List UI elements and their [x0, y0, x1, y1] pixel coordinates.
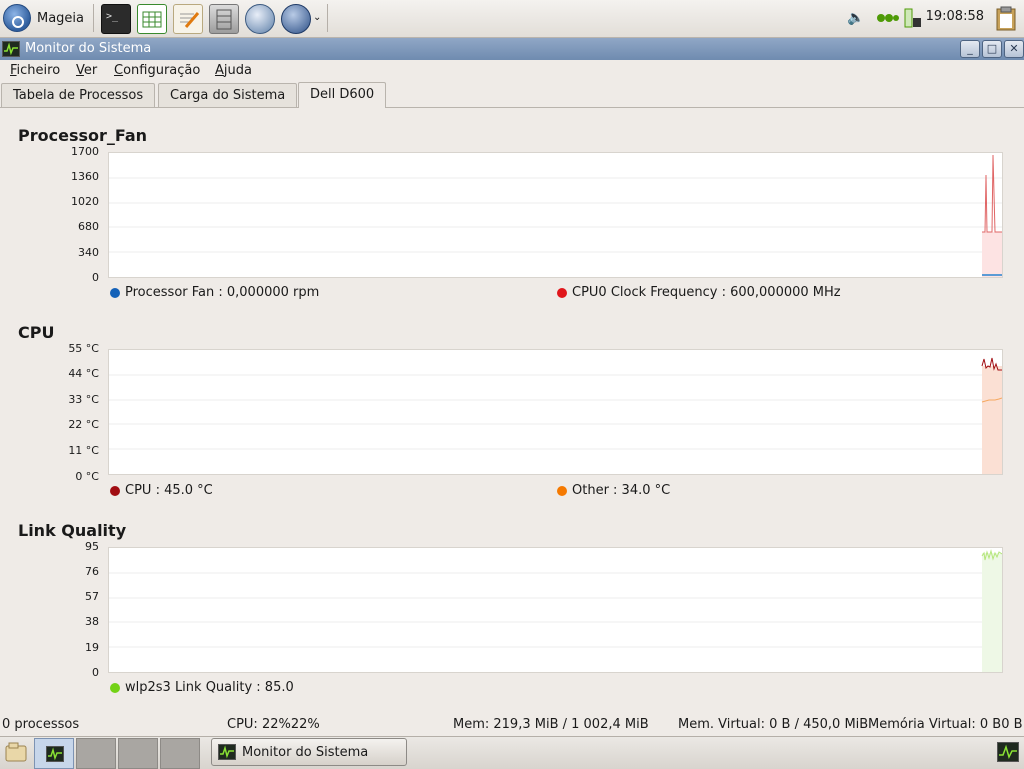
- panel-separator: [93, 4, 94, 32]
- legend-item: CPU : 45.0 °C: [110, 483, 213, 498]
- graph-cpu-svg: [109, 357, 1003, 474]
- web-browser-icon[interactable]: [245, 4, 275, 34]
- y-tick: 57: [85, 590, 99, 603]
- bottom-panel: Monitor do Sistema: [0, 736, 1024, 769]
- y-tick: 33 °C: [68, 393, 99, 406]
- taskbar-window-label: Monitor do Sistema: [242, 744, 369, 760]
- legend-dot: [110, 485, 120, 496]
- y-tick: 1700: [71, 145, 99, 158]
- legend-label: Other : 34.0 °C: [572, 483, 671, 498]
- legend-dot: [110, 287, 120, 298]
- mageia-menu-label: Mageia: [37, 10, 85, 26]
- text-editor-icon[interactable]: [173, 4, 203, 34]
- clock[interactable]: 19:08:58: [926, 9, 984, 24]
- mail-client-icon[interactable]: [281, 4, 311, 34]
- status-memory: Mem: 219,3 MiB / 1 002,4 MiB: [453, 717, 649, 732]
- workspace-1[interactable]: [34, 738, 74, 769]
- legend-label: CPU : 45.0 °C: [125, 483, 213, 498]
- terminal-icon[interactable]: >_: [101, 4, 131, 34]
- y-tick: 55 °C: [68, 342, 99, 355]
- y-tick: 19: [85, 641, 99, 654]
- close-button[interactable]: ✕: [1004, 40, 1024, 58]
- volume-icon[interactable]: 🔈: [847, 10, 864, 26]
- y-tick: 1020: [71, 195, 99, 208]
- tab-process-table[interactable]: Tabela de Processos: [1, 83, 156, 107]
- status-process-count: 0 processos: [2, 717, 80, 732]
- workspace-2[interactable]: [76, 738, 116, 769]
- y-tick: 0 °C: [75, 470, 99, 483]
- menu-ficheiro[interactable]: Ficheiro: [10, 63, 60, 78]
- fan-series-area: [982, 232, 1002, 277]
- legend-label: wlp2s3 Link Quality : 85.0: [125, 680, 294, 695]
- battery-icon[interactable]: [903, 6, 923, 30]
- window-title: Monitor do Sistema: [25, 41, 152, 56]
- system-monitor-icon: [2, 41, 20, 57]
- system-monitor-icon: [218, 744, 236, 760]
- tab-dell-d600[interactable]: Dell D600: [298, 82, 387, 108]
- workspace-3[interactable]: [118, 738, 158, 769]
- file-cabinet-icon[interactable]: [209, 4, 239, 34]
- graph-link-quality: [108, 547, 1003, 673]
- taskbar-window-button[interactable]: Monitor do Sistema: [211, 738, 407, 766]
- legend-item: wlp2s3 Link Quality : 85.0: [110, 680, 294, 695]
- spreadsheet-icon[interactable]: [137, 4, 167, 34]
- legend-item: Processor Fan : 0,000000 rpm: [110, 285, 319, 300]
- legend-item: CPU0 Clock Frequency : 600,000000 MHz: [557, 285, 841, 300]
- y-tick: 0: [92, 271, 99, 284]
- legend-dot: [557, 287, 567, 298]
- graph-cpu: [108, 349, 1003, 475]
- link-series-area: [982, 553, 1002, 672]
- y-tick: 44 °C: [68, 367, 99, 380]
- y-tick: 22 °C: [68, 418, 99, 431]
- workspace-window-icon: [46, 746, 64, 762]
- y-tick: 1360: [71, 170, 99, 183]
- menubar: Ficheiro Ver Configuração Ajuda: [0, 60, 1024, 82]
- y-tick: 11 °C: [68, 444, 99, 457]
- window-titlebar[interactable]: Monitor do Sistema _ □ ✕: [0, 38, 1024, 60]
- top-panel: Mageia >_ ⌄ 🔈 19:08:58: [0, 0, 1024, 38]
- legend-label: Processor Fan : 0,000000 rpm: [125, 285, 320, 300]
- menu-ver[interactable]: Ver: [76, 63, 97, 78]
- section-title-link-quality: Link Quality: [18, 521, 127, 540]
- maximize-button[interactable]: □: [982, 40, 1002, 58]
- mageia-logo-icon: [3, 4, 31, 32]
- y-tick: 38: [85, 615, 99, 628]
- legend-item: Other : 34.0 °C: [557, 483, 670, 498]
- chevron-down-icon[interactable]: ⌄: [313, 12, 321, 23]
- svg-text:>_: >_: [106, 11, 119, 22]
- graph-processor-fan-svg: [109, 154, 1002, 277]
- tab-bar: Tabela de Processos Carga do Sistema Del…: [0, 82, 1024, 108]
- y-tick: 680: [78, 220, 99, 233]
- y-tick: 0: [92, 666, 99, 679]
- menu-ajuda[interactable]: Ajuda: [215, 63, 252, 78]
- section-title-cpu: CPU: [18, 323, 55, 342]
- legend-dot: [110, 682, 120, 693]
- menu-configuracao[interactable]: Configuração: [114, 63, 200, 78]
- minimize-button[interactable]: _: [960, 40, 980, 58]
- legend-dot: [557, 485, 567, 496]
- mageia-menu-button[interactable]: Mageia: [3, 2, 84, 34]
- status-virtual-memory-2: Memória Virtual: 0 B0 B: [868, 717, 1023, 732]
- y-tick: 340: [78, 246, 99, 259]
- graph-link-quality-svg: [109, 549, 1003, 672]
- y-tick: 95: [85, 540, 99, 553]
- workspace-4[interactable]: [160, 738, 200, 769]
- clipboard-icon[interactable]: [994, 5, 1018, 31]
- legend-label: CPU0 Clock Frequency : 600,000000 MHz: [572, 285, 841, 300]
- system-monitor-applet-icon[interactable]: [997, 742, 1019, 762]
- status-cpu: CPU: 22%22%: [227, 717, 320, 732]
- panel-separator: [327, 4, 328, 32]
- cpu0-clock-frequency-line: [982, 154, 1002, 233]
- network-icon[interactable]: [876, 9, 900, 27]
- section-title-processor-fan: Processor_Fan: [18, 126, 148, 145]
- status-virtual-memory: Mem. Virtual: 0 B / 450,0 MiB: [678, 717, 869, 732]
- show-desktop-icon[interactable]: [4, 740, 28, 764]
- cpu-series-area: [982, 366, 1002, 474]
- status-bar: 0 processos CPU: 22%22% Mem: 219,3 MiB /…: [0, 714, 1024, 736]
- tab-system-load[interactable]: Carga do Sistema: [158, 83, 298, 107]
- y-tick: 76: [85, 565, 99, 578]
- graph-processor-fan: [108, 152, 1003, 278]
